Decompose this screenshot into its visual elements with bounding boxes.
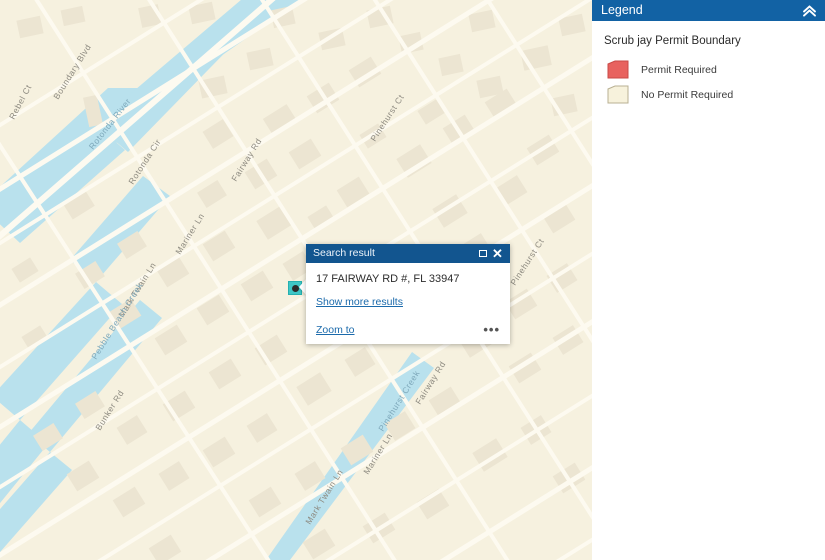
legend-body: Scrub jay Permit Boundary Permit Require… — [592, 21, 825, 106]
legend-panel: Legend Scrub jay Permit Boundary Permit … — [592, 0, 825, 560]
map-application: Rebel CtBoundary BlvdRotonda RiverRotond… — [0, 0, 825, 560]
zoom-to-link[interactable]: Zoom to — [316, 324, 355, 336]
legend-item-list: Permit Required No Permit Required — [604, 58, 825, 106]
show-more-results-link[interactable]: Show more results — [316, 296, 403, 308]
search-result-popup[interactable]: Search result ✕ 17 FAIRWAY RD #, FL 3394… — [306, 244, 510, 344]
double-chevron-up-icon[interactable] — [802, 4, 817, 18]
legend-header[interactable]: Legend — [592, 0, 825, 21]
legend-item-label: No Permit Required — [641, 89, 733, 101]
legend-swatch — [607, 60, 629, 79]
maximize-icon[interactable] — [475, 246, 490, 261]
popup-title: Search result — [313, 244, 475, 263]
close-icon[interactable]: ✕ — [490, 246, 505, 261]
legend-item: Permit Required — [604, 58, 825, 81]
more-options-icon[interactable]: ••• — [483, 326, 500, 334]
legend-item-label: Permit Required — [641, 64, 717, 76]
popup-header: Search result ✕ — [306, 244, 510, 263]
legend-group-title: Scrub jay Permit Boundary — [604, 35, 825, 47]
popup-footer: Zoom to ••• — [306, 324, 510, 344]
popup-body: 17 FAIRWAY RD #, FL 33947 Show more resu… — [306, 263, 510, 308]
marker-dot — [292, 285, 299, 292]
legend-swatch — [607, 85, 629, 104]
popup-address: 17 FAIRWAY RD #, FL 33947 — [316, 273, 500, 285]
legend-title: Legend — [601, 0, 802, 21]
legend-item: No Permit Required — [604, 83, 825, 106]
